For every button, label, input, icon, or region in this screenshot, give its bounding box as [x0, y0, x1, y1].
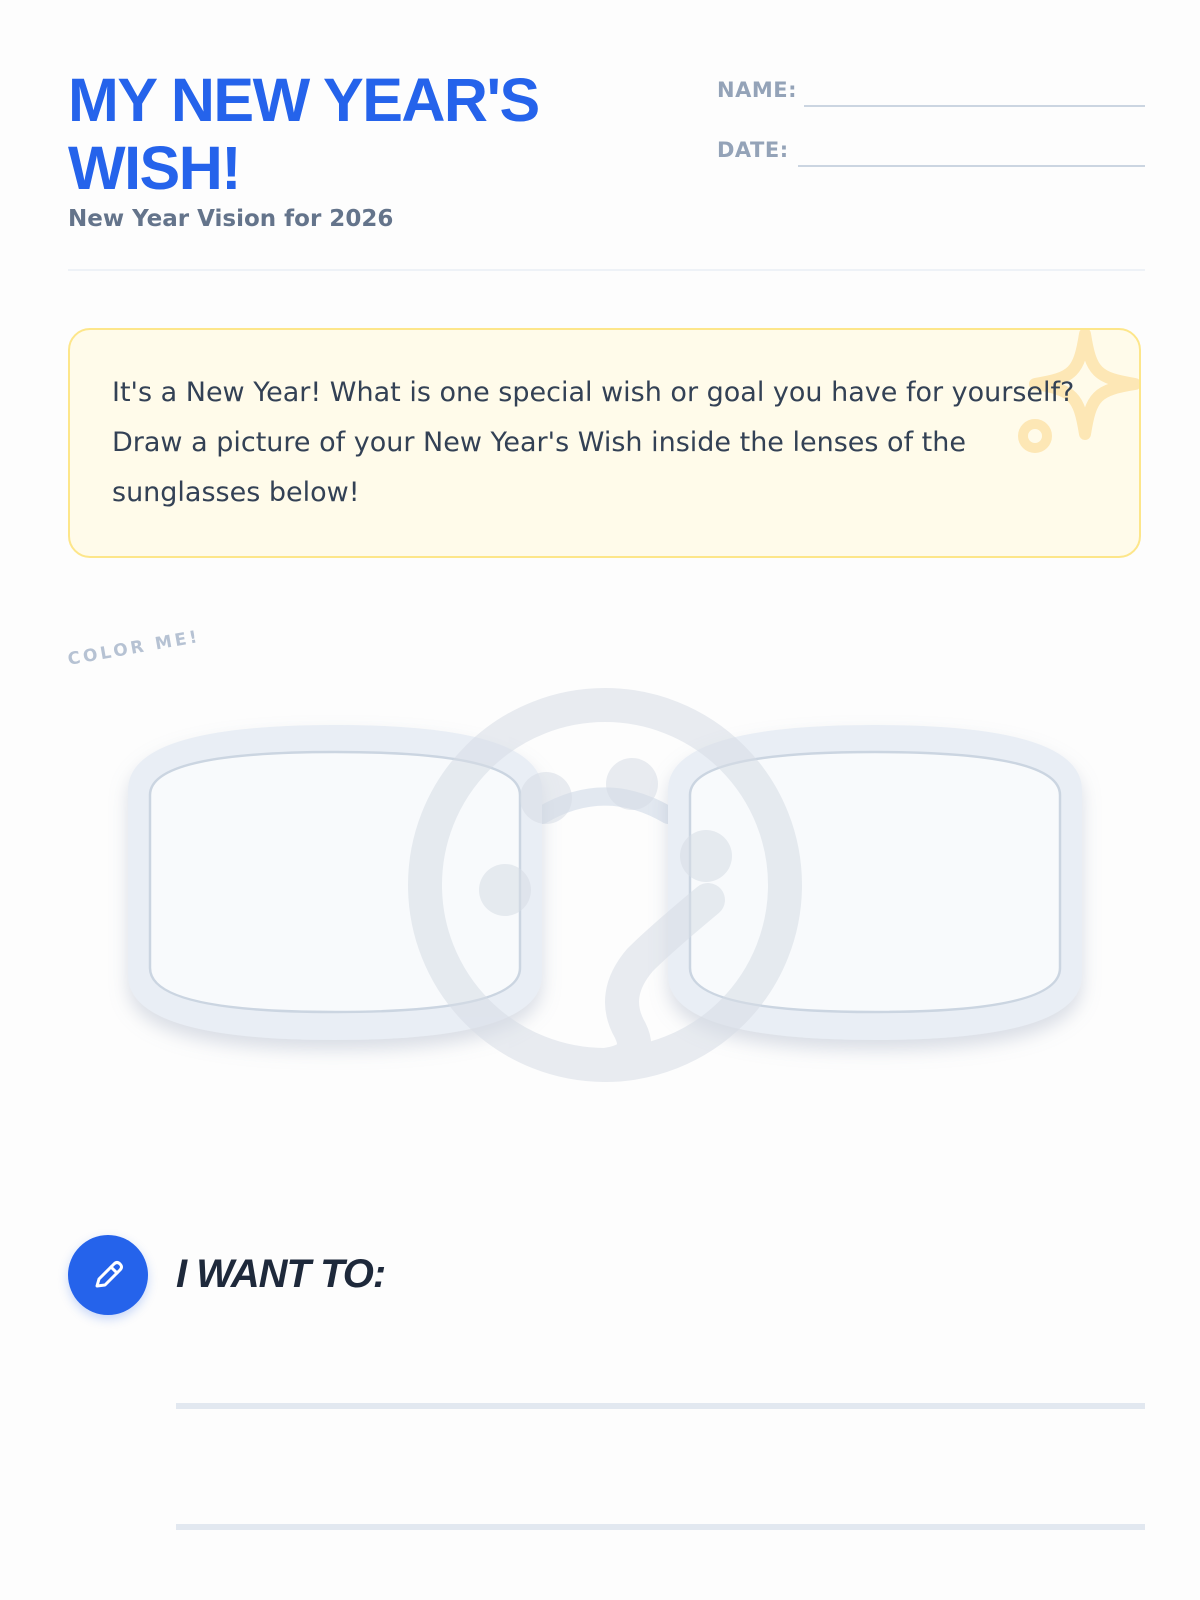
instruction-text: It's a New Year! What is one special wis… — [112, 377, 1075, 508]
page-subtitle: New Year Vision for 2026 — [68, 206, 394, 232]
color-me-tag: COLOR ME! — [66, 626, 202, 670]
worksheet-page: MY NEW YEAR'S WISH! New Year Vision for … — [0, 0, 1200, 1600]
sunglasses-icon[interactable] — [0, 670, 1200, 1110]
name-label: NAME: — [717, 78, 797, 102]
instruction-box: It's a New Year! What is one special wis… — [68, 328, 1141, 558]
date-label: DATE: — [717, 138, 789, 162]
pencil-icon — [95, 1261, 123, 1288]
page-title: MY NEW YEAR'S WISH! — [68, 66, 540, 202]
name-input-line[interactable] — [804, 105, 1145, 107]
wish-writing-line[interactable] — [176, 1524, 1145, 1530]
wish-heading: I WANT TO: — [176, 1252, 386, 1296]
date-input-line[interactable] — [798, 165, 1145, 167]
name-field: NAME: — [717, 70, 1145, 110]
wish-writing-line[interactable] — [176, 1403, 1145, 1409]
pencil-badge — [68, 1235, 148, 1315]
date-field: DATE: — [717, 130, 1145, 170]
header-divider — [68, 269, 1145, 271]
